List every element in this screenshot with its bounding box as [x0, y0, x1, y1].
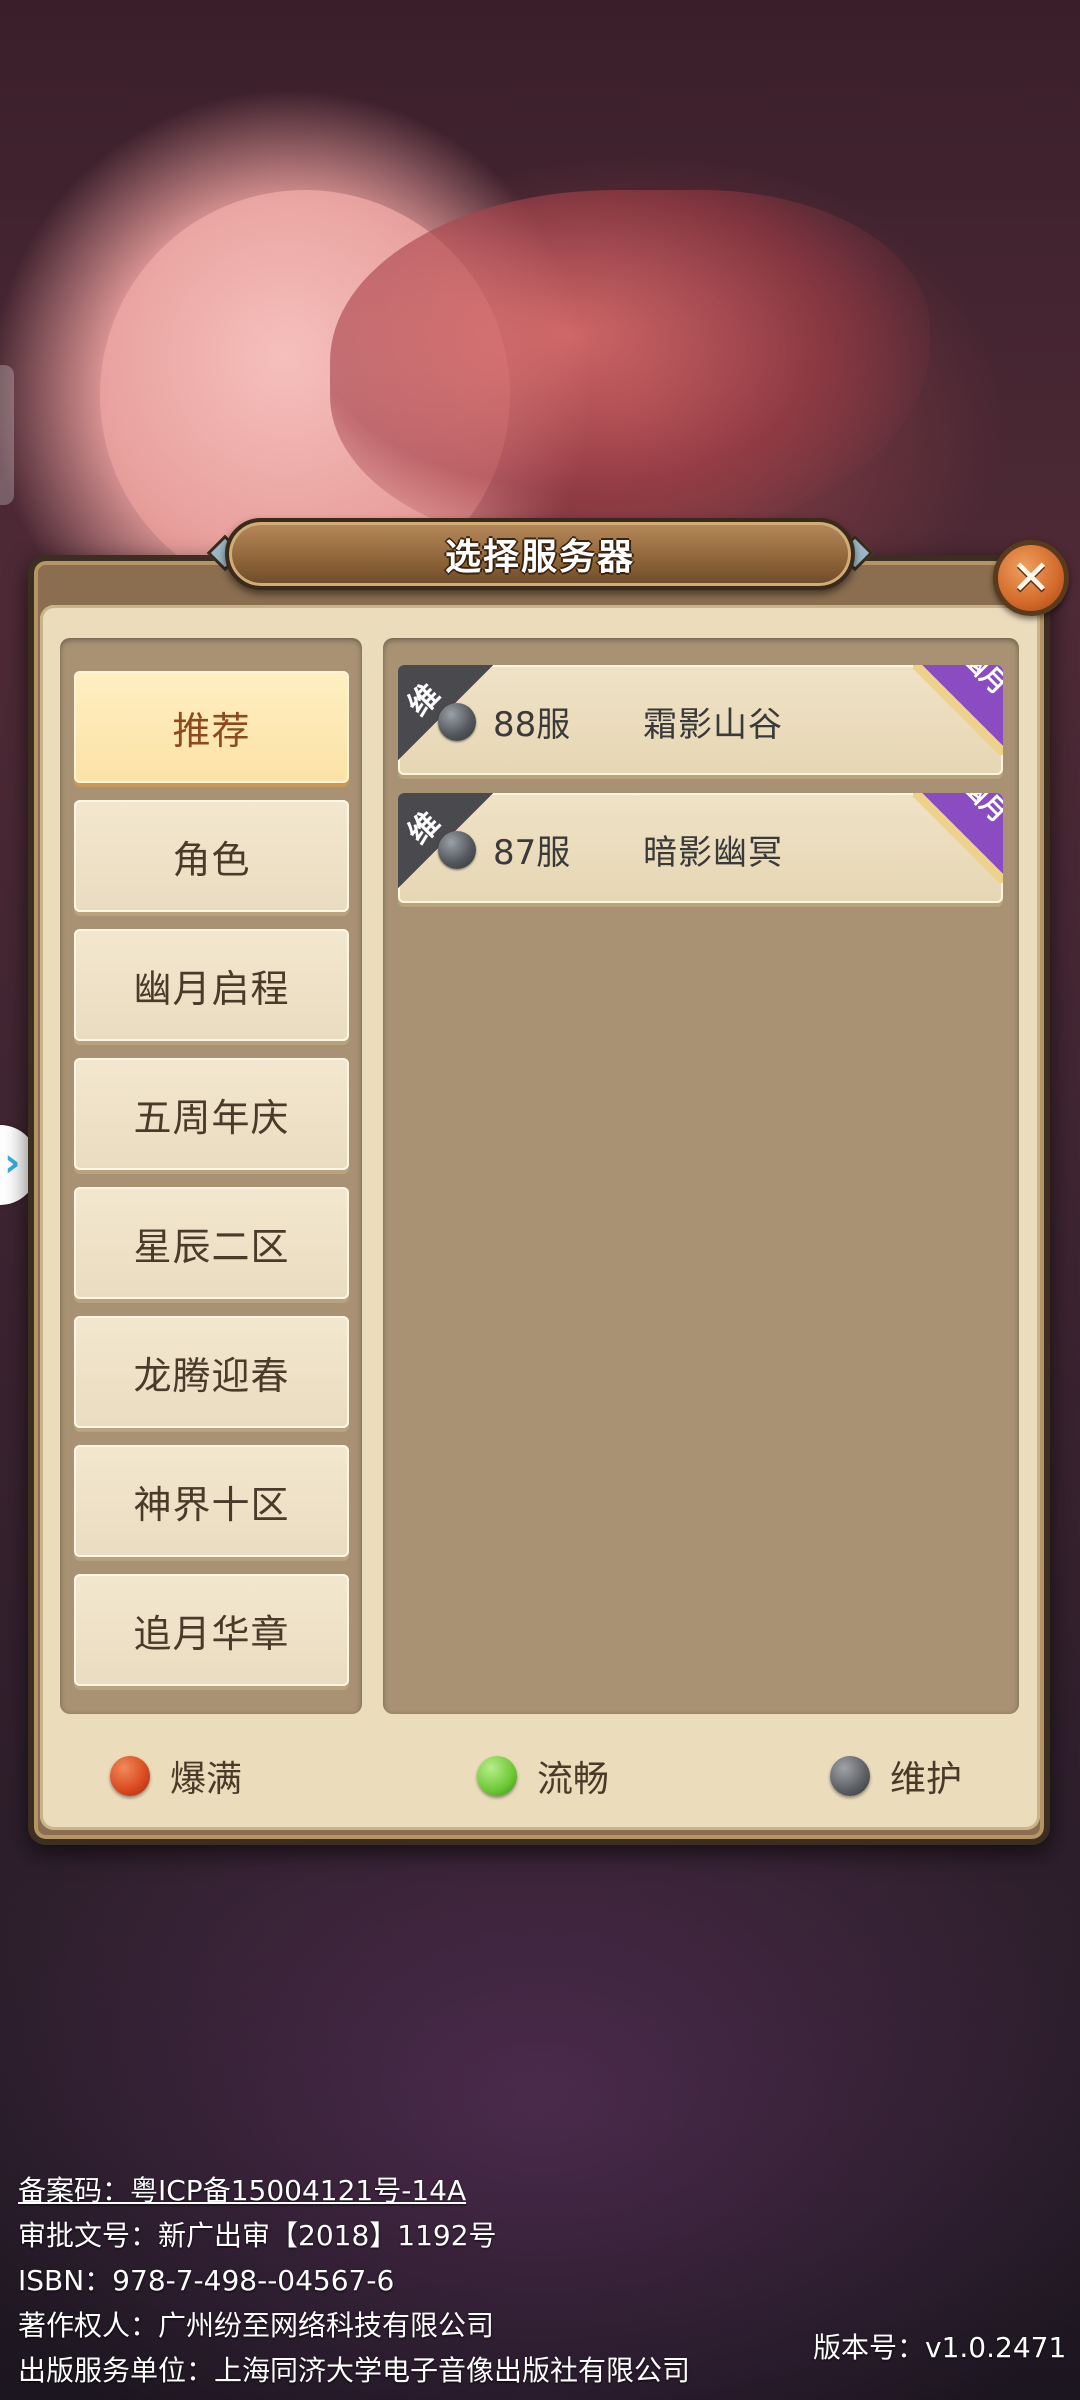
server-row[interactable]: 维 88服 霜影山谷 幽月 [398, 665, 1003, 775]
category-label: 幽月启程 [133, 966, 290, 1011]
category-tab-7[interactable]: 神界十区 [74, 1445, 349, 1557]
legend-full: 爆满 [110, 1750, 242, 1802]
category-label: 五周年庆 [133, 1095, 290, 1140]
legend-label: 维护 [890, 1759, 963, 1800]
red-dot-icon [110, 1756, 150, 1796]
category-tab-4[interactable]: 五周年庆 [74, 1058, 349, 1170]
gray-dot-icon [830, 1756, 870, 1796]
isbn: ISBN：978-7-498--04567-6 [18, 2264, 395, 2297]
green-dot-icon [477, 1756, 517, 1796]
server-number: 87服 [493, 833, 571, 873]
category-tab-3[interactable]: 幽月启程 [74, 929, 349, 1041]
approval-number: 审批文号：新广出审【2018】1192号 [18, 2219, 497, 2252]
close-icon: ✕ [1010, 550, 1052, 606]
legend-label: 流畅 [537, 1759, 610, 1800]
category-tab-5[interactable]: 星辰二区 [74, 1187, 349, 1299]
category-tab-6[interactable]: 龙腾迎春 [74, 1316, 349, 1428]
category-tab-8[interactable]: 追月华章 [74, 1574, 349, 1686]
version-number: 版本号：v1.0.2471 [813, 2331, 1067, 2364]
status-dot-icon [438, 831, 476, 869]
category-label: 神界十区 [133, 1482, 290, 1527]
category-label: 推荐 [172, 708, 251, 753]
status-dot-icon [438, 703, 476, 741]
server-number: 88服 [493, 705, 571, 745]
server-name: 霜影山谷 [643, 705, 783, 745]
legend-label: 爆满 [170, 1759, 243, 1800]
dialog-title-plate: 选择服务器 [225, 518, 855, 590]
category-label: 龙腾迎春 [133, 1353, 290, 1398]
dialog-title: 选择服务器 [444, 537, 635, 578]
category-tab-recommended[interactable]: 推荐 [74, 671, 349, 783]
edge-handle[interactable] [0, 365, 14, 505]
server-name: 暗影幽冥 [643, 833, 783, 873]
chevron-right-icon: › [4, 1140, 21, 1186]
legend-maintenance: 维护 [830, 1750, 962, 1802]
category-label: 角色 [172, 837, 251, 882]
category-label: 追月华章 [133, 1611, 290, 1656]
background-art [330, 190, 930, 550]
category-label: 星辰二区 [133, 1224, 290, 1269]
close-button[interactable]: ✕ [993, 540, 1069, 616]
legend-smooth: 流畅 [477, 1750, 609, 1802]
icp-record[interactable]: 备案码：粤ICP备15004121号-14A [18, 2168, 1068, 2213]
server-row[interactable]: 维 87服 暗影幽冥 幽月 [398, 793, 1003, 903]
category-tab-role[interactable]: 角色 [74, 800, 349, 912]
